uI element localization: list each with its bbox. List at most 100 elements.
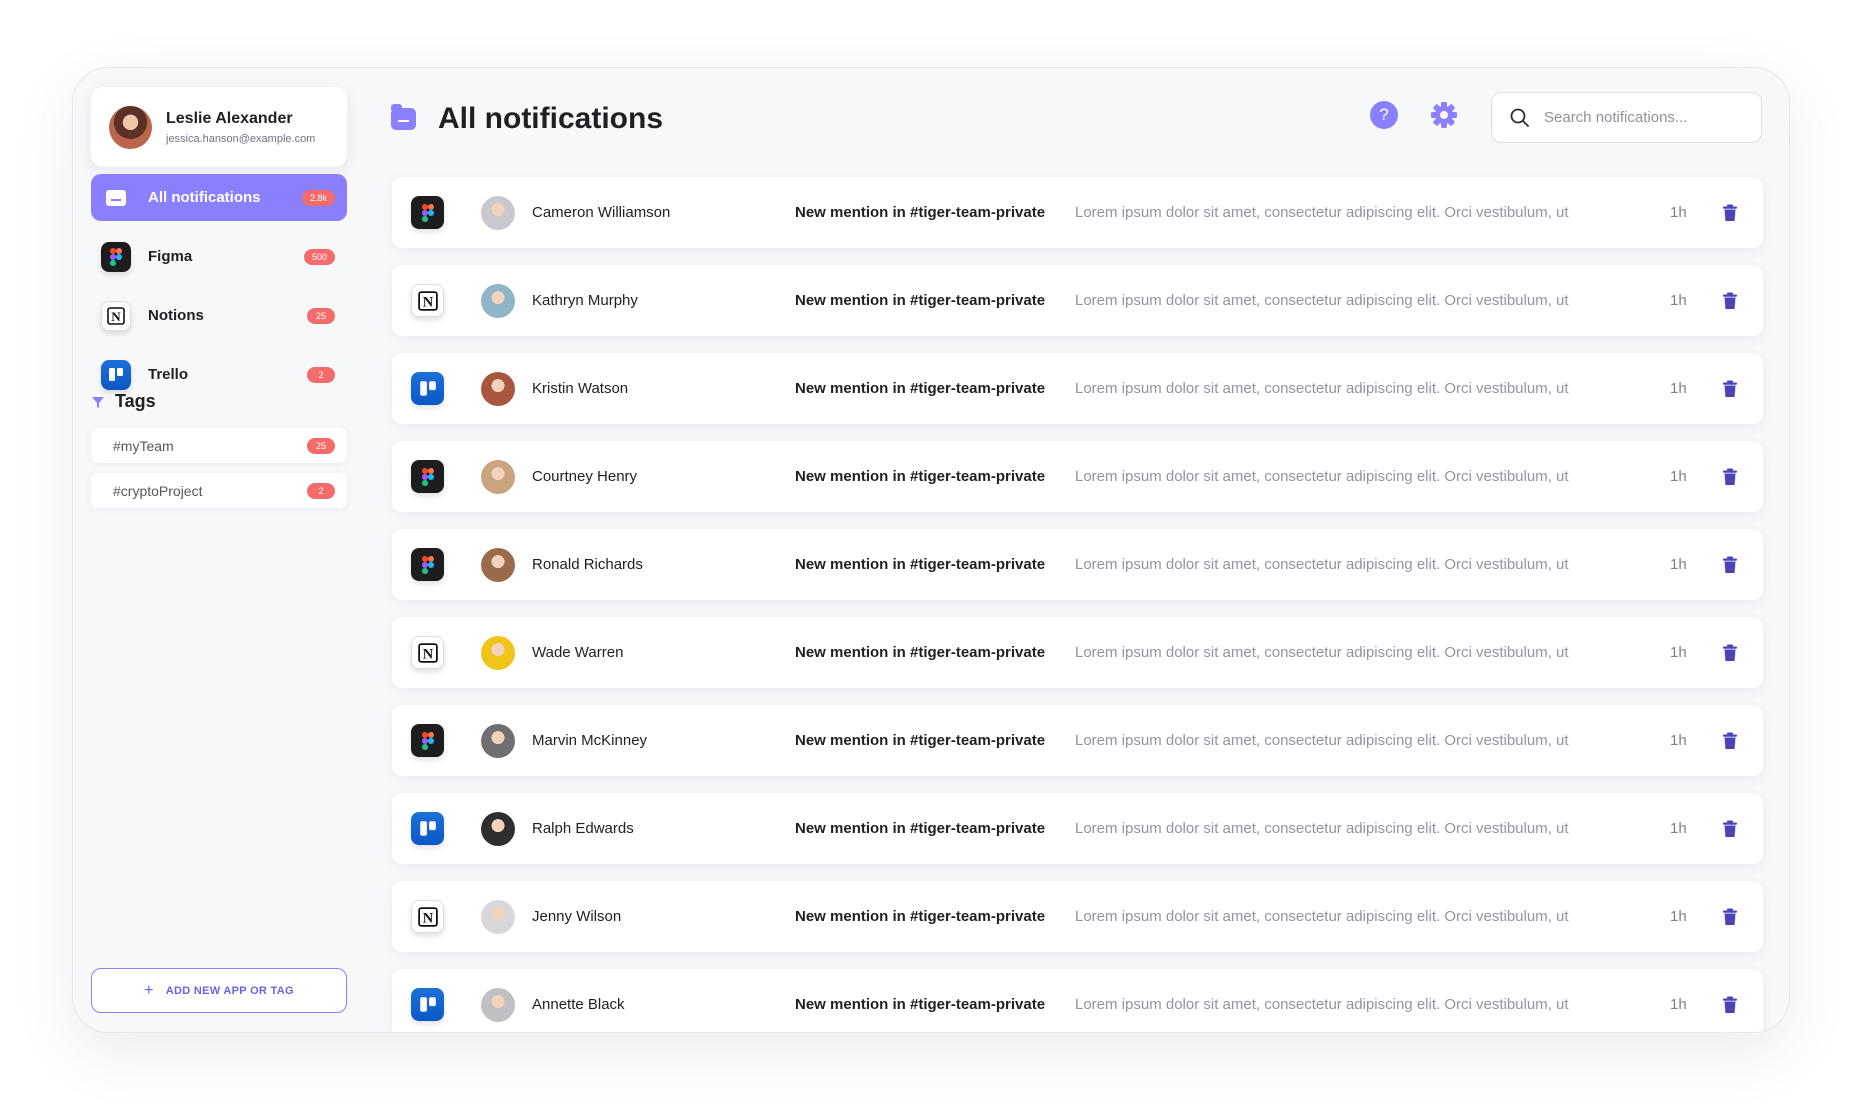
search-input[interactable] <box>1544 109 1744 126</box>
avatar <box>481 459 515 494</box>
sidebar-item-notions[interactable]: N Notions 25 <box>91 292 347 339</box>
notification-preview: Lorem ipsum dolor sit amet, consectetur … <box>1075 380 1569 397</box>
tag-label: #myTeam <box>113 437 174 454</box>
count-badge: 25 <box>307 437 335 454</box>
add-button-label: ADD NEW APP OR TAG <box>165 984 294 997</box>
sidebar-item-label: Trello <box>148 366 189 383</box>
sidebar-item-label: All notifications <box>148 189 261 206</box>
search-icon <box>1510 108 1529 127</box>
count-badge: 2 <box>307 366 335 383</box>
notification-row[interactable]: Courtney Henry New mention in #tiger-team… <box>392 441 1763 512</box>
notification-title: New mention in #tiger-team-private <box>795 292 1046 309</box>
tag-item-cryptoproject[interactable]: #cryptoProject 2 <box>91 473 347 508</box>
notification-title: New mention in #tiger-team-private <box>795 996 1046 1013</box>
sender-name: Kathryn Murphy <box>532 292 638 309</box>
timestamp: 1h <box>1670 292 1687 309</box>
sender-name: Ronald Richards <box>532 556 643 573</box>
avatar <box>481 987 515 1022</box>
timestamp: 1h <box>1670 204 1687 221</box>
notification-row[interactable]: N Jenny Wilson New mention in #tiger-team-… <box>392 881 1763 952</box>
notion-icon: N <box>411 900 444 933</box>
notion-icon: N <box>411 284 444 317</box>
notification-title: New mention in #tiger-team-private <box>795 908 1046 925</box>
plus-icon: + <box>144 981 154 999</box>
sender-name: Annette Black <box>532 996 625 1013</box>
tag-label: #cryptoProject <box>113 482 203 499</box>
avatar <box>481 811 515 846</box>
search-box[interactable] <box>1491 92 1762 143</box>
avatar <box>481 899 515 934</box>
trash-icon[interactable] <box>1722 908 1738 926</box>
svg-text:N: N <box>422 910 433 926</box>
page-header: All notifications <box>391 94 663 144</box>
timestamp: 1h <box>1670 644 1687 661</box>
notification-row[interactable]: Annette Black New mention in #tiger-team-… <box>392 969 1763 1032</box>
trash-icon[interactable] <box>1722 380 1738 398</box>
notification-row[interactable]: N Kathryn Murphy New mention in #tiger-tea… <box>392 265 1763 336</box>
timestamp: 1h <box>1670 996 1687 1013</box>
notification-title: New mention in #tiger-team-private <box>795 204 1046 221</box>
trash-icon[interactable] <box>1722 820 1738 838</box>
page-title: All notifications <box>438 102 663 135</box>
tags-heading: Tags <box>91 391 156 412</box>
profile-name: Leslie Alexander <box>166 109 293 127</box>
notification-row[interactable]: Marvin McKinney New mention in #tiger-tea… <box>392 705 1763 776</box>
timestamp: 1h <box>1670 556 1687 573</box>
profile-email: jessica.hanson@example.com <box>166 132 316 145</box>
avatar <box>481 547 515 582</box>
notification-row[interactable]: Ralph Edwards New mention in #tiger-team-… <box>392 793 1763 864</box>
notification-row[interactable]: Cameron Williamson New mention in #tiger-… <box>392 177 1763 248</box>
figma-icon <box>101 241 131 272</box>
figma-icon <box>411 196 444 229</box>
sidebar-item-label: Notions <box>148 307 204 324</box>
count-badge: 2.8k <box>301 189 335 206</box>
avatar <box>481 283 515 318</box>
help-icon[interactable]: ? <box>1370 101 1398 129</box>
trash-icon[interactable] <box>1722 644 1738 662</box>
avatar <box>481 723 515 758</box>
trello-icon <box>411 812 444 845</box>
trash-icon[interactable] <box>1722 996 1738 1014</box>
notion-icon: N <box>101 300 131 331</box>
notification-preview: Lorem ipsum dolor sit amet, consectetur … <box>1075 908 1569 925</box>
avatar <box>481 195 515 230</box>
profile-card[interactable]: Leslie Alexander jessica.hanson@example.… <box>91 87 347 167</box>
add-new-app-or-tag-button[interactable]: + ADD NEW APP OR TAG <box>91 968 347 1013</box>
sidebar-item-figma[interactable]: Figma 500 <box>91 233 347 280</box>
notification-preview: Lorem ipsum dolor sit amet, consectetur … <box>1075 556 1569 573</box>
notification-preview: Lorem ipsum dolor sit amet, consectetur … <box>1075 820 1569 837</box>
folder-icon <box>101 189 131 206</box>
filter-icon <box>92 396 104 408</box>
sidebar-item-all-notifications[interactable]: All notifications 2.8k <box>91 174 347 221</box>
tags-title: Tags <box>115 391 156 411</box>
sender-name: Marvin McKinney <box>532 732 648 749</box>
timestamp: 1h <box>1670 732 1687 749</box>
notification-row[interactable]: Ronald Richards New mention in #tiger-tea… <box>392 529 1763 600</box>
sender-name: Courtney Henry <box>532 468 638 485</box>
notification-row[interactable]: Kristin Watson New mention in #tiger-team… <box>392 353 1763 424</box>
trello-icon <box>411 988 444 1021</box>
sender-name: Cameron Williamson <box>532 204 671 221</box>
avatar <box>481 371 515 406</box>
timestamp: 1h <box>1670 468 1687 485</box>
trash-icon[interactable] <box>1722 468 1738 486</box>
figma-icon <box>411 460 444 493</box>
avatar <box>481 635 515 670</box>
timestamp: 1h <box>1670 908 1687 925</box>
avatar <box>109 105 152 149</box>
trash-icon[interactable] <box>1722 732 1738 750</box>
trash-icon[interactable] <box>1722 292 1738 310</box>
gear-icon[interactable] <box>1429 100 1459 130</box>
count-badge: 500 <box>303 248 335 265</box>
notification-title: New mention in #tiger-team-private <box>795 380 1046 397</box>
notification-title: New mention in #tiger-team-private <box>795 556 1046 573</box>
timestamp: 1h <box>1670 820 1687 837</box>
notification-row[interactable]: N Wade Warren New mention in #tiger-team-p… <box>392 617 1763 688</box>
sender-name: Jenny Wilson <box>532 908 622 925</box>
count-badge: 25 <box>307 307 335 324</box>
tag-item-myteam[interactable]: #myTeam 25 <box>91 428 347 463</box>
sender-name: Kristin Watson <box>532 380 629 397</box>
trash-icon[interactable] <box>1722 204 1738 222</box>
trello-icon <box>411 372 444 405</box>
trash-icon[interactable] <box>1722 556 1738 574</box>
